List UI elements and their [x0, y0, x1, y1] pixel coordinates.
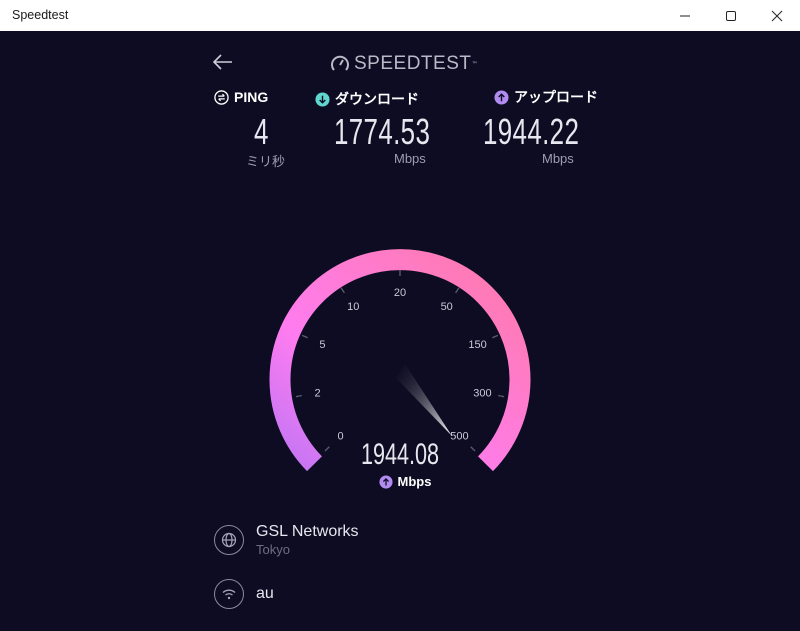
server-name: GSL Networks	[256, 523, 359, 540]
gauge-tick-mark	[301, 334, 308, 339]
ping-unit: ミリ秒	[246, 154, 286, 169]
speedometer-logo-icon	[331, 55, 349, 71]
logo-text: SPEEDTEST	[354, 53, 472, 74]
ping-icon	[214, 89, 229, 105]
upload-unit: Mbps	[542, 151, 574, 166]
gauge-tick-label: 500	[450, 430, 468, 442]
wifi-icon	[214, 579, 244, 609]
gauge-tick-mark	[324, 446, 330, 452]
download-arrow-icon	[315, 91, 330, 107]
upload-arrow-icon	[494, 89, 509, 105]
download-header: ダウンロード	[315, 89, 419, 109]
close-button[interactable]	[754, 0, 800, 31]
arrow-left-icon	[212, 54, 232, 70]
globe-icon	[214, 525, 244, 555]
maximize-button[interactable]	[708, 0, 754, 31]
upload-label: アップロード	[514, 89, 598, 105]
main-content: SPEEDTEST ™ PING 4 ミリ秒 ダウンロード 1774.53 Mbp…	[0, 31, 800, 631]
upload-arrow-icon	[378, 474, 393, 489]
gauge-reading: 1944.08	[360, 438, 440, 471]
back-button[interactable]	[210, 49, 236, 75]
ping-label: PING	[234, 89, 269, 105]
gauge-tick-label: 5	[319, 339, 325, 351]
gauge-tick-mark	[340, 287, 345, 294]
server-row[interactable]: GSL Networks Tokyo	[214, 523, 359, 557]
speedtest-logo: SPEEDTEST ™	[330, 51, 480, 77]
ping-header: PING	[214, 89, 268, 105]
gauge-unit-label: Mbps	[397, 474, 432, 489]
gauge-needle	[396, 364, 452, 436]
gauge-tick-mark	[455, 287, 460, 294]
title-bar: Speedtest	[0, 0, 800, 31]
gauge-tick-mark	[492, 334, 499, 339]
speedtest-window: Speedtest SPEEDTEST ™ PING 4 ミリ秒 ダウンロード …	[0, 0, 800, 631]
upload-header: アップロード	[494, 87, 598, 107]
window-title: Speedtest	[12, 8, 69, 22]
ping-value: 4	[254, 111, 269, 152]
download-unit: Mbps	[394, 151, 426, 166]
close-icon	[771, 10, 783, 21]
gauge-tick-label: 50	[441, 301, 453, 313]
gauge-tick-label: 10	[347, 301, 359, 313]
gauge-tick-mark	[497, 394, 505, 398]
gauge-tick-mark	[470, 446, 476, 452]
minimize-icon	[680, 15, 690, 16]
gauge-tick-label: 20	[394, 287, 406, 299]
gauge-tick-label: 300	[473, 387, 491, 399]
connection-name: au	[256, 585, 274, 602]
gauge-tick-mark	[295, 394, 303, 398]
gauge-tick-label: 0	[338, 430, 344, 442]
gauge-tick-label: 150	[468, 339, 486, 351]
download-value: 1774.53	[334, 111, 431, 152]
upload-value: 1944.22	[483, 111, 580, 152]
gauge-tick-label: 2	[315, 387, 321, 399]
maximize-icon	[726, 10, 736, 21]
gauge-unit: Mbps	[365, 474, 445, 489]
server-location: Tokyo	[256, 542, 290, 557]
download-label: ダウンロード	[335, 91, 419, 107]
connection-row[interactable]: au	[214, 579, 274, 609]
minimize-button[interactable]	[662, 0, 708, 31]
